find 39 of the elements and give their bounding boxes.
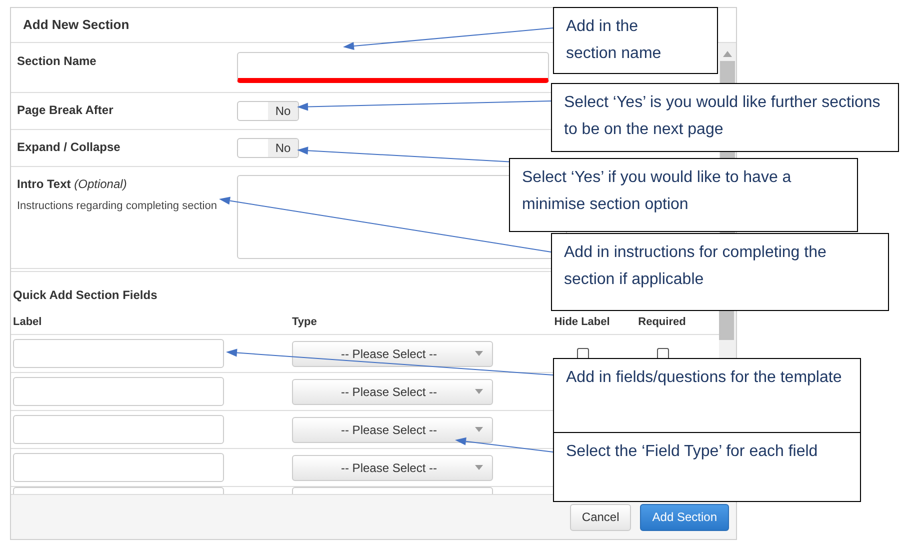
- callout-tooltip: Add in instructions for completing the section if applicable: [551, 233, 889, 311]
- field-label: Expand / Collapse: [17, 139, 122, 156]
- caret-icon: [475, 465, 483, 470]
- callout-tooltip: Add in fields/questions for the template: [553, 358, 861, 433]
- caret-icon: [475, 351, 483, 356]
- input-field[interactable]: [13, 339, 224, 368]
- scroll-up-icon[interactable]: [723, 51, 732, 57]
- callout-tooltip: Select ‘Yes’ if you would like to have a minimise section option: [509, 158, 858, 232]
- input-field[interactable]: [13, 377, 224, 406]
- input-field[interactable]: [13, 415, 224, 444]
- callout-tooltip: Select the ‘Field Type’ for each field: [553, 432, 861, 502]
- toggle-switch[interactable]: No: [237, 138, 299, 158]
- toggle-value: No: [268, 102, 298, 120]
- type-dropdown[interactable]: -- Please Select --: [292, 378, 493, 404]
- callout-tooltip: Select ‘Yes’ is you would like further sections to be on the next page: [551, 83, 899, 152]
- dialog-title: Add New Section: [23, 16, 130, 34]
- caret-icon: [475, 389, 483, 394]
- cancel-button[interactable]: Cancel: [570, 504, 632, 530]
- add-section-button[interactable]: Add Section: [640, 504, 729, 530]
- field-label: Intro Text (Optional): [17, 176, 128, 193]
- callout-tooltip: Add in the section name: [553, 7, 718, 74]
- caret-icon: [475, 427, 483, 432]
- input-field[interactable]: [13, 453, 224, 482]
- checkbox[interactable]: [657, 348, 669, 360]
- column-header: Label: [12, 314, 43, 330]
- section-heading: Quick Add Section Fields: [13, 288, 158, 302]
- column-header: Required: [637, 314, 687, 330]
- input-field[interactable]: [237, 52, 549, 83]
- type-dropdown[interactable]: -- Please Select --: [292, 416, 493, 442]
- help-text: Instructions regarding completing section: [17, 199, 218, 214]
- checkbox[interactable]: [577, 348, 589, 360]
- column-header: Type: [292, 314, 318, 330]
- type-dropdown[interactable]: -- Please Select --: [292, 454, 493, 480]
- field-label: Page Break After: [17, 102, 114, 119]
- column-header: Hide Label: [553, 314, 611, 330]
- toggle-switch[interactable]: No: [237, 101, 299, 121]
- type-dropdown[interactable]: -- Please Select --: [292, 340, 493, 366]
- toggle-value: No: [268, 139, 298, 157]
- field-label: Section Name: [17, 53, 98, 70]
